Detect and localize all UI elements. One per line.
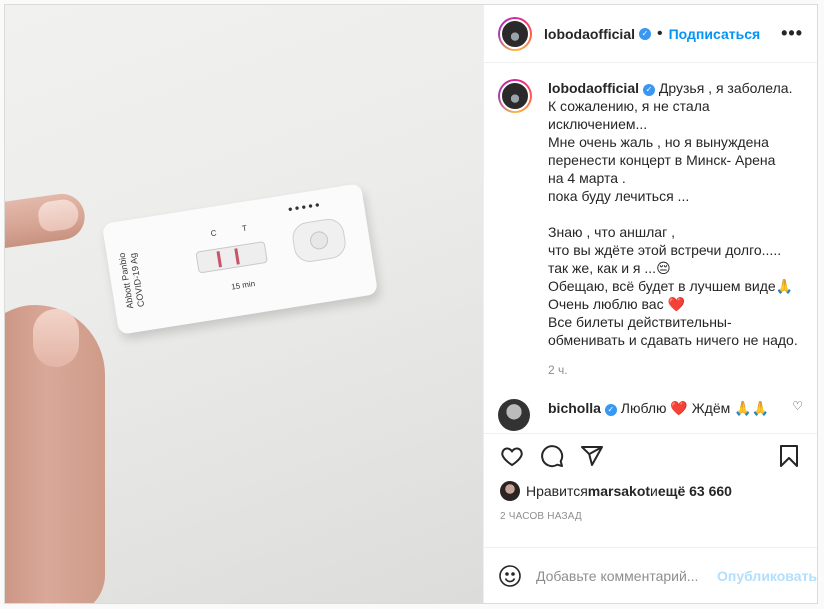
test-brand-label: Abbott Panbio COVID-19 Ag — [116, 252, 147, 310]
more-horizontal-icon[interactable]: ••• — [781, 23, 803, 44]
likes-summary: Нравится marsakot и ещё 63 660 — [484, 477, 817, 503]
test-line — [234, 248, 240, 265]
caption-timestamp[interactable]: 2 ч. — [548, 363, 803, 377]
caption-text-line: Друзья , я заболела. — [658, 80, 793, 96]
test-dots: ●●●●● — [287, 199, 323, 214]
comments-section[interactable]: lobodaofficial ✓ Друзья , я заболела. К с… — [484, 63, 817, 433]
caption-text-line: Обещаю, всё будет в лучшем виде🙏 — [548, 278, 794, 294]
caption-text-line: Знаю , что аншлаг , — [548, 224, 675, 240]
separator-dot: • — [657, 24, 663, 42]
add-comment-bar: Опубликовать — [484, 547, 817, 603]
test-result-window — [195, 240, 268, 274]
caption-text-line: обменивать и сдавать ничего не надо. — [548, 332, 798, 348]
caption-text-line: исключением... — [548, 116, 648, 132]
comment-body: bicholla ✓ Люблю ❤️ Ждём 🙏🙏 — [548, 399, 769, 417]
likes-conjunction: и — [650, 483, 658, 499]
comment-item: bicholla ✓ Люблю ❤️ Ждём 🙏🙏 ♡ — [498, 399, 803, 431]
comment-like-icon[interactable]: ♡ — [792, 399, 803, 413]
heart-outline-icon[interactable] — [498, 442, 526, 470]
sample-well — [290, 216, 348, 265]
likes-prefix: Нравится — [526, 483, 588, 499]
smiley-icon[interactable] — [498, 562, 522, 590]
caption-text-line: К сожалению, я не стала — [548, 98, 710, 114]
caption-text-line: перенести концерт в Минск- Арена — [548, 152, 776, 168]
caption-text-line: Очень люблю вас ❤️ — [548, 296, 685, 312]
control-line — [216, 251, 223, 268]
caption-text-line: Все билеты действительны- — [548, 314, 732, 330]
covid-test-cassette: Abbott Panbio COVID-19 Ag C T 15 min ●●●… — [101, 183, 379, 335]
comment-input[interactable] — [536, 567, 717, 584]
liker-username[interactable]: marsakot — [588, 483, 650, 499]
header-username[interactable]: lobodaofficial — [544, 26, 635, 42]
caption-avatar[interactable] — [498, 79, 532, 113]
liker-avatar[interactable] — [500, 481, 520, 501]
caption-username[interactable]: lobodaofficial — [548, 80, 639, 96]
comment-username[interactable]: bicholla — [548, 400, 601, 416]
thumb — [5, 305, 105, 603]
caption-body: lobodaofficial ✓ Друзья , я заболела. К с… — [548, 79, 798, 349]
comment-text: Люблю ❤️ Ждём 🙏🙏 — [620, 400, 770, 416]
verified-badge-icon: ✓ — [639, 27, 651, 40]
comment-bubble-icon[interactable] — [538, 442, 566, 470]
avatar[interactable] — [498, 16, 532, 51]
caption-text-line: пока буду лечиться ... — [548, 188, 690, 204]
post-timestamp[interactable]: 2 ЧАСОВ НАЗАД — [484, 503, 817, 531]
post-header: lobodaofficial ✓ • Подписаться ••• — [484, 5, 817, 63]
publish-button[interactable]: Опубликовать — [717, 568, 817, 584]
caption-text-line: Мне очень жаль , но я вынуждена — [548, 134, 769, 150]
follow-button[interactable]: Подписаться — [669, 26, 761, 42]
likes-count[interactable]: ещё 63 660 — [658, 483, 732, 499]
caption-text-line: на 4 марта . — [548, 170, 626, 186]
verified-badge-icon: ✓ — [643, 84, 655, 96]
verified-badge-icon: ✓ — [604, 404, 617, 416]
comment-avatar[interactable] — [498, 399, 530, 431]
test-duration-label: 15 min — [230, 279, 256, 292]
caption: lobodaofficial ✓ Друзья , я заболела. К с… — [498, 79, 803, 349]
caption-text-line: что вы ждёте этой встречи долго..... — [548, 242, 782, 258]
instagram-post: Abbott Panbio COVID-19 Ag C T 15 min ●●●… — [4, 4, 818, 604]
finger — [5, 190, 88, 254]
action-bar — [484, 433, 817, 477]
caption-text-line: так же, как и я ...😔 — [548, 260, 671, 276]
paper-plane-icon[interactable] — [578, 442, 606, 470]
post-photo[interactable]: Abbott Panbio COVID-19 Ag C T 15 min ●●●… — [5, 5, 483, 603]
bookmark-icon[interactable] — [775, 442, 803, 470]
test-ct-label: C T — [209, 221, 260, 239]
post-side-panel: lobodaofficial ✓ • Подписаться ••• lobod… — [483, 5, 817, 603]
